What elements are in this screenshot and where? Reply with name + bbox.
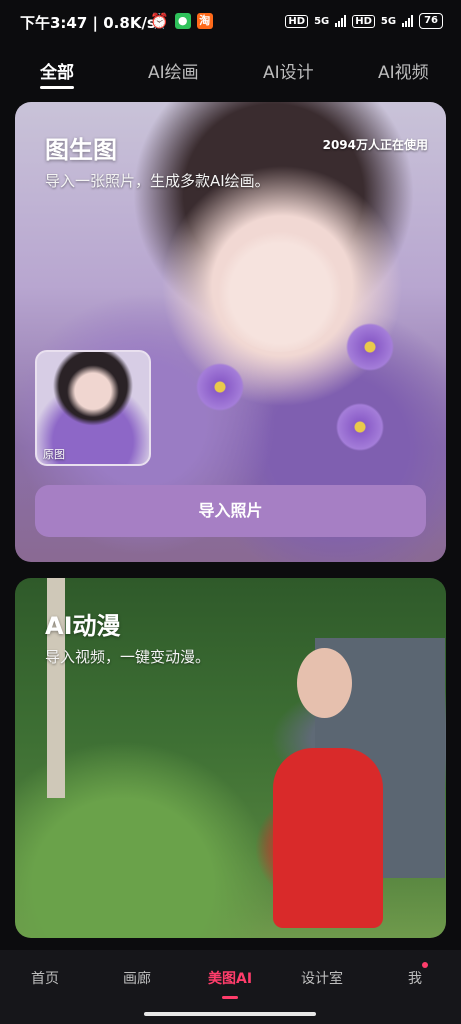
alarm-icon: ⏰ — [150, 12, 169, 30]
import-photo-button[interactable]: 导入照片 — [35, 485, 426, 537]
flower-decoration — [195, 362, 245, 412]
usage-count: 2094万人正在使用 — [322, 138, 428, 152]
card-title: 图生图 — [45, 136, 117, 164]
nav-meitu-ai[interactable]: 美图AI — [208, 968, 252, 988]
flower-decoration — [335, 402, 385, 452]
hd-badge: HD — [285, 14, 309, 28]
taobao-icon: 淘 — [196, 13, 213, 29]
status-left-icons: ⏰ ● 淘 — [150, 12, 213, 30]
nav-me[interactable]: 我 — [408, 968, 422, 988]
nav-design-room[interactable]: 设计室 — [301, 968, 343, 988]
card-subtitle: 导入一张照片，生成多款AI绘画。 — [45, 172, 270, 190]
original-label: 原图 — [43, 448, 65, 461]
nav-gallery[interactable]: 画廊 — [123, 968, 151, 988]
nav-home[interactable]: 首页 — [31, 968, 59, 988]
tab-ai-design[interactable]: AI设计 — [263, 58, 314, 83]
anime-girl-illustration — [215, 222, 345, 352]
hd-badge: HD — [352, 14, 375, 28]
girl-face — [297, 648, 352, 718]
active-nav-indicator — [222, 996, 238, 999]
card-title: AI动漫 — [45, 612, 121, 640]
ai-anime-card[interactable]: AI动漫 导入视频，一键变动漫。 — [15, 578, 446, 938]
tab-ai-video[interactable]: AI视频 — [378, 58, 429, 83]
tab-ai-painting[interactable]: AI绘画 — [148, 58, 199, 83]
original-photo-thumbnail[interactable]: 原图 — [35, 350, 151, 466]
network-type: 5G — [380, 15, 397, 27]
card-subtitle: 导入视频，一键变动漫。 — [45, 648, 211, 666]
notification-dot — [422, 962, 428, 968]
girl-in-red-dress — [273, 748, 383, 928]
flower-decoration — [345, 322, 395, 372]
tab-all[interactable]: 全部 — [40, 58, 74, 83]
status-right: HD 5G HD 5G 76 — [285, 13, 443, 29]
home-indicator[interactable] — [144, 1012, 316, 1016]
active-tab-indicator — [40, 86, 74, 89]
status-time: 下午3:47 | 0.8K/s — [20, 14, 156, 32]
image-to-image-card[interactable]: 图生图 导入一张照片，生成多款AI绘画。 2094万人正在使用 原图 导入照片 — [15, 102, 446, 562]
wechat-icon: ● — [174, 13, 191, 29]
battery-icon: 76 — [419, 13, 443, 29]
signal-icon — [335, 15, 347, 27]
network-type: 5G — [314, 15, 330, 27]
status-bar: 下午3:47 | 0.8K/s ⏰ ● 淘 HD 5G HD 5G 76 — [0, 0, 461, 44]
signal-icon — [402, 15, 414, 27]
